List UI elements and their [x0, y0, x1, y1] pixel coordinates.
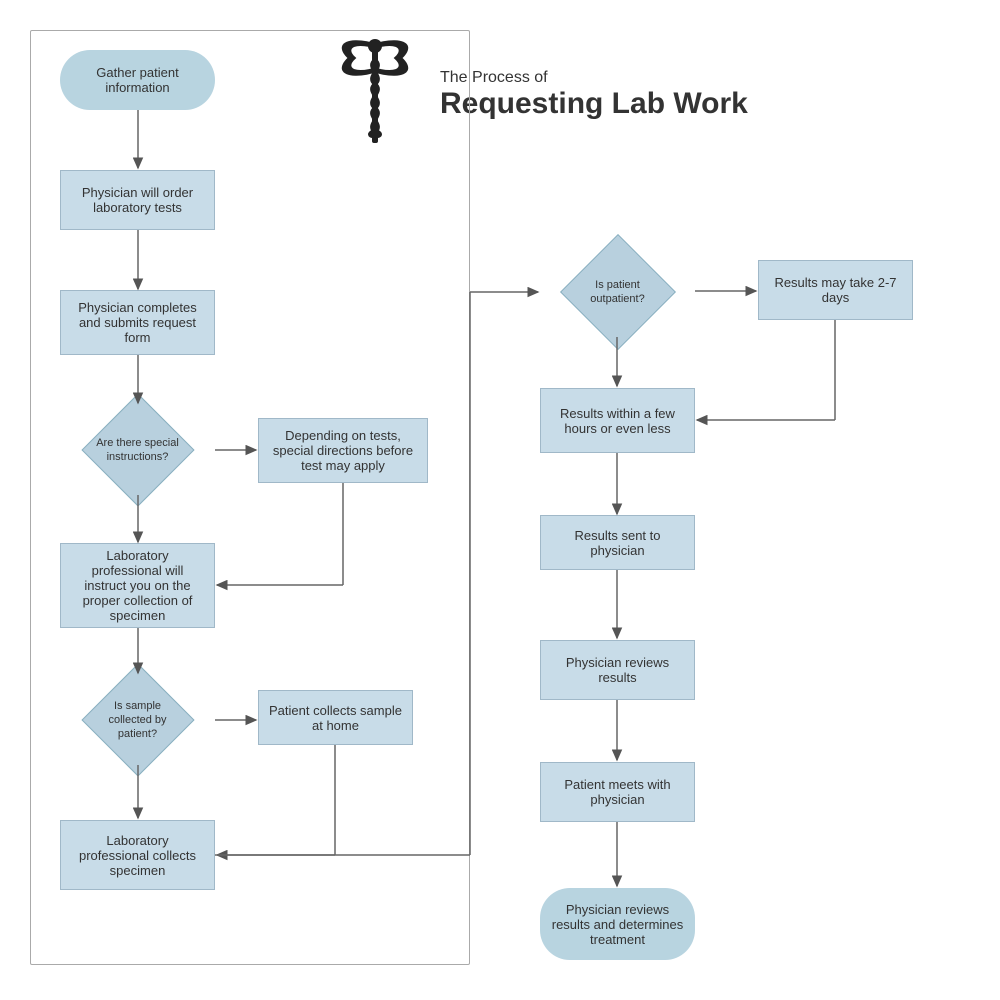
order-box: Physician will order laboratory tests — [60, 170, 215, 230]
title-block: The Process of Requesting Lab Work — [440, 69, 748, 121]
results-days-box: Results may take 2-7 days — [758, 260, 913, 320]
gather-box: Gather patient information — [60, 50, 215, 110]
diamond-outpatient: Is patient outpatient? — [540, 247, 695, 337]
lab-collect-box: Laboratory professional collects specime… — [60, 820, 215, 890]
title-main: Requesting Lab Work — [440, 87, 748, 121]
results-hours-box: Results within a few hours or even less — [540, 388, 695, 453]
page: The Process of Requesting Lab Work Gathe… — [0, 0, 1000, 1000]
results-sent-box: Results sent to physician — [540, 515, 695, 570]
diamond-sample: Is sample collected by patient? — [60, 675, 215, 765]
patient-meets-box: Patient meets with physician — [540, 762, 695, 822]
physician-reviews-box: Physician reviews results — [540, 640, 695, 700]
special-box: Depending on tests, special directions b… — [258, 418, 428, 483]
caduceus-icon — [330, 30, 420, 160]
patient-collect-box: Patient collects sample at home — [258, 690, 413, 745]
header-area: The Process of Requesting Lab Work — [330, 30, 748, 160]
lab-instruct-box: Laboratory professional will instruct yo… — [60, 543, 215, 628]
submit-box: Physician completes and submits request … — [60, 290, 215, 355]
diamond-special: Are there special instructions? — [60, 405, 215, 495]
determines-box: Physician reviews results and determines… — [540, 888, 695, 960]
title-subtitle: The Process of — [440, 69, 748, 87]
